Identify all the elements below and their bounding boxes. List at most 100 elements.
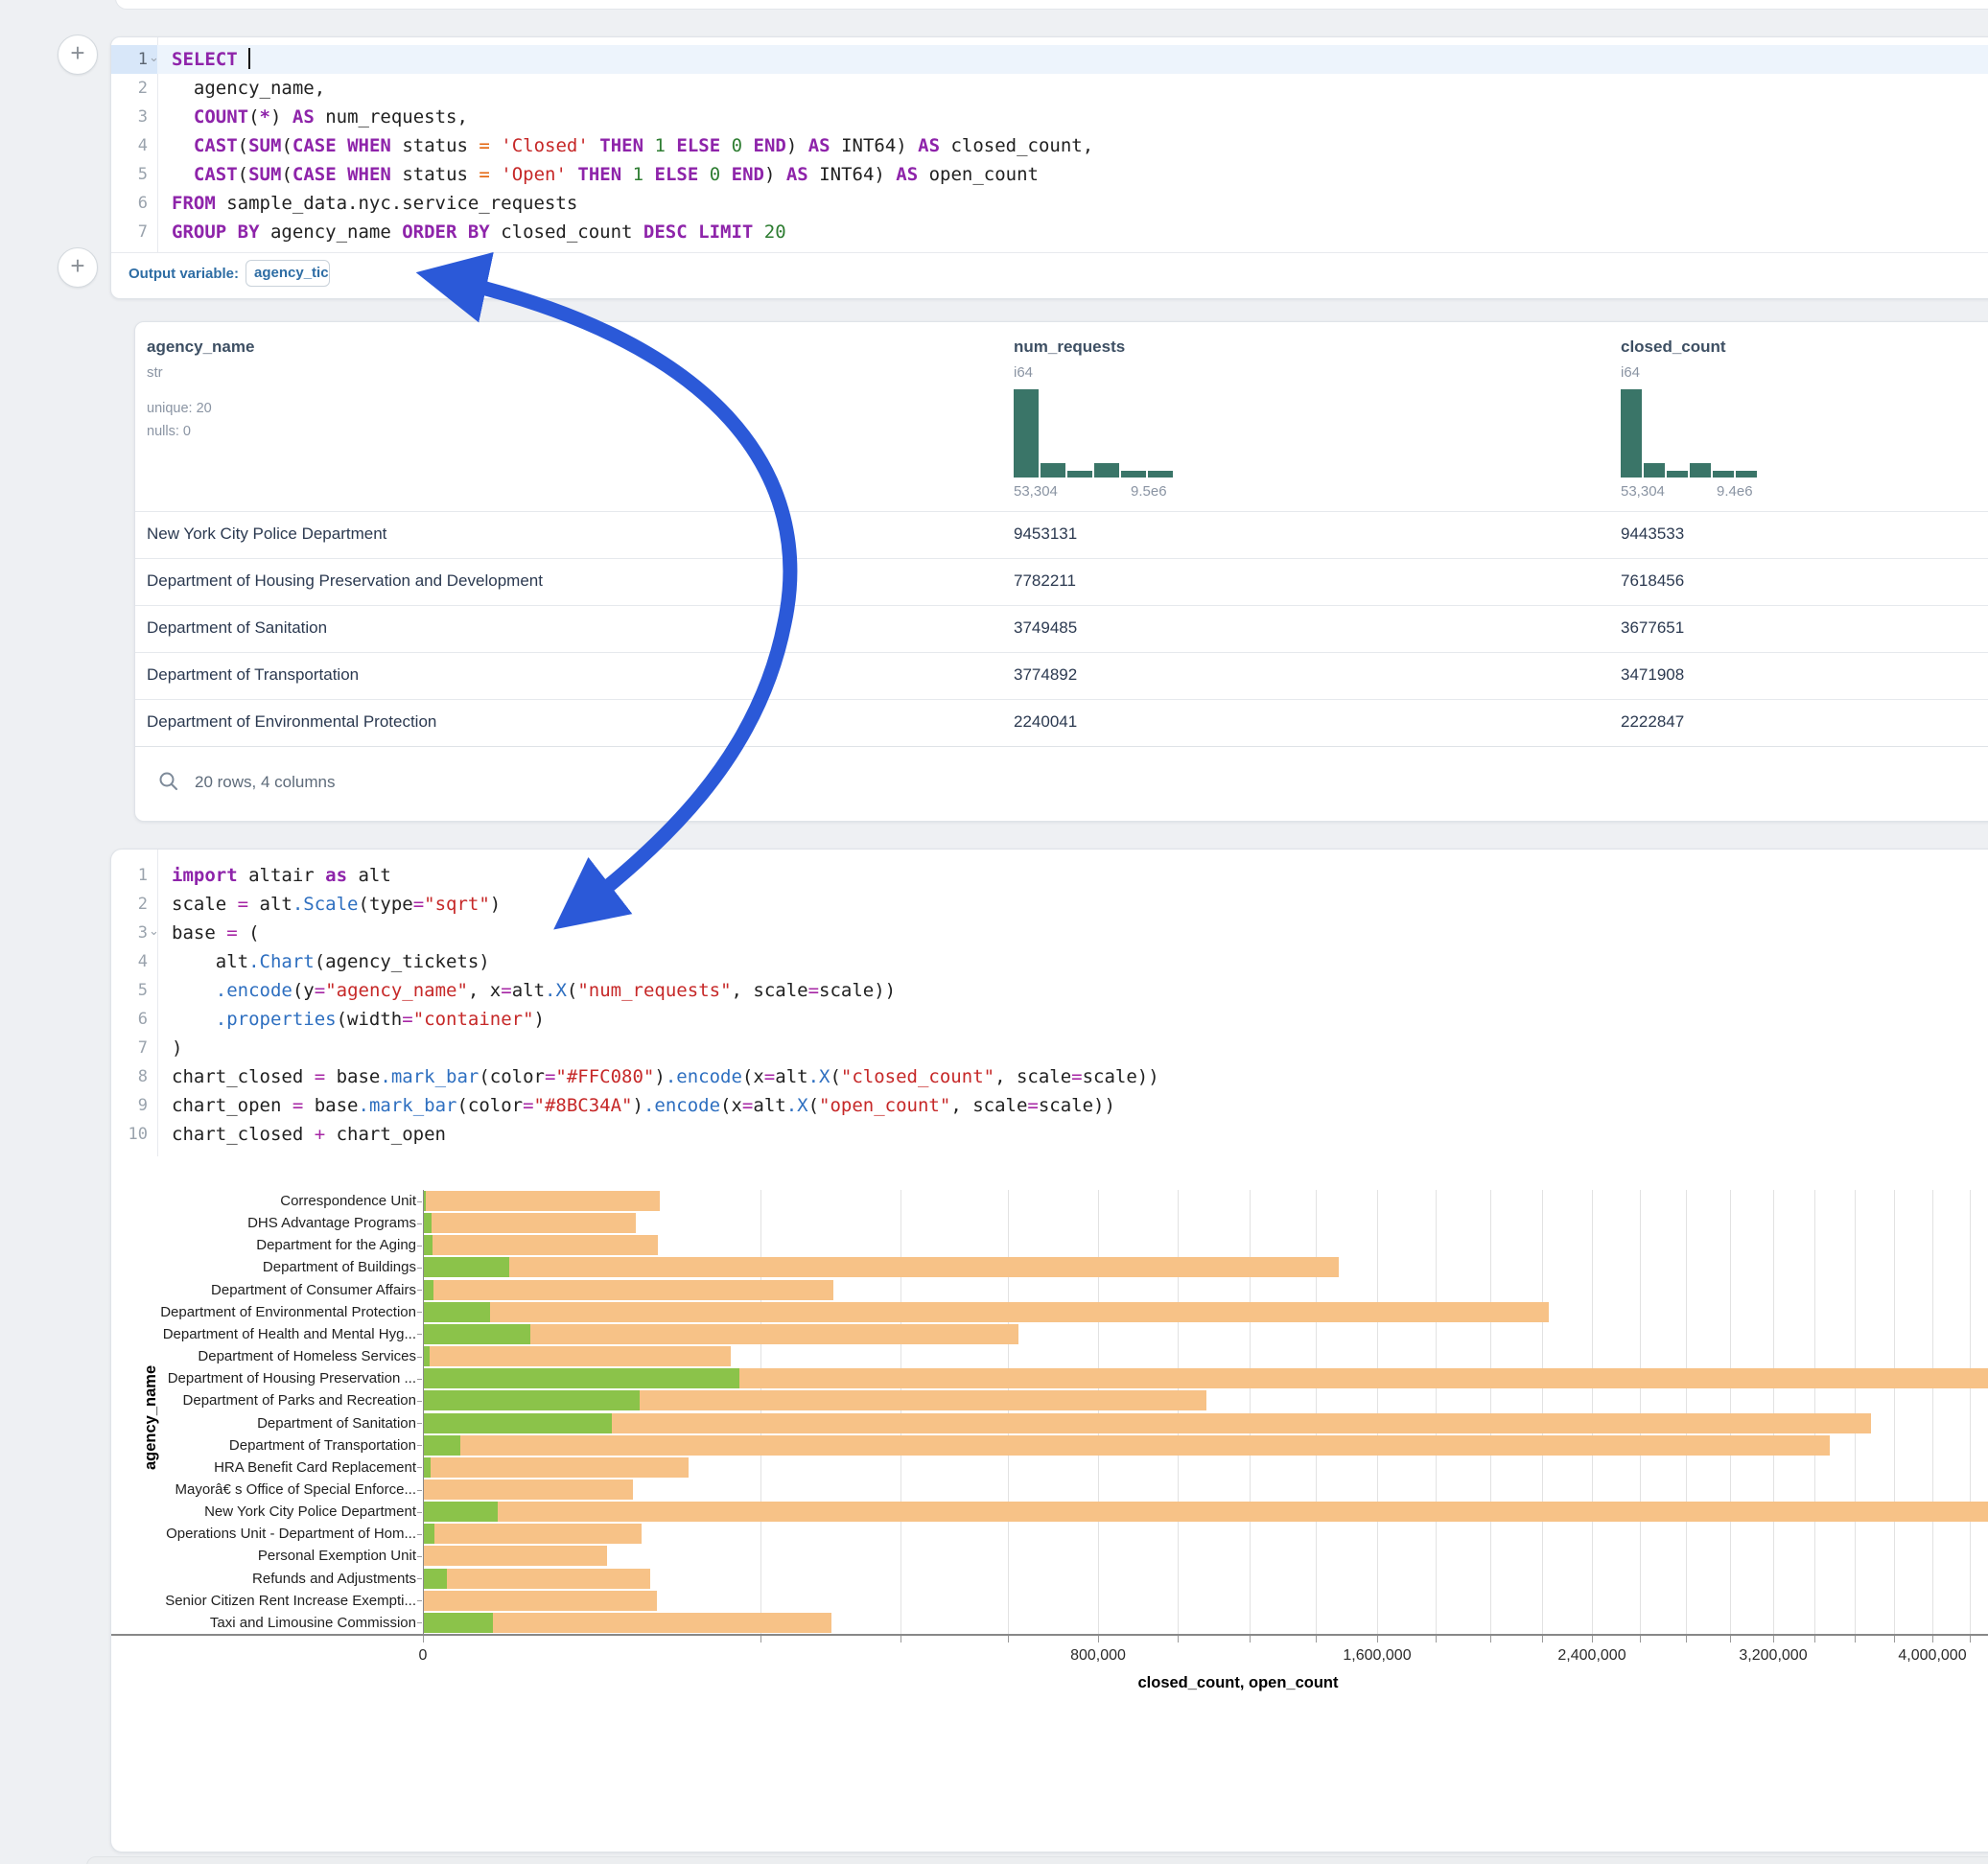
code-line[interactable]: 5 .encode(y="agency_name", x=alt.X("num_… [111,976,1988,1005]
y-axis-category-label: DHS Advantage Programs [247,1215,416,1231]
code-line[interactable]: 4 CAST(SUM(CASE WHEN status = 'Closed' T… [111,131,1988,160]
code-text: FROM sample_data.nyc.service_requests [172,189,577,218]
table-row[interactable]: Department of Environmental Protection22… [135,699,1988,747]
add-cell-button[interactable]: + [58,35,98,75]
gridline [1377,1190,1378,1634]
altair-bar-chart: Correspondence Unit DHS Advantage Program… [111,1176,1988,1847]
bar-closed-count [424,1546,607,1566]
notebook-page: + + 1⌄SELECT 2 agency_name,3 COUNT(*) AS… [0,0,1988,1864]
table-row[interactable]: Department of Sanitation37494853677651 [135,605,1988,653]
x-tick [1970,1636,1971,1643]
fold-chevron-icon[interactable]: ⌄ [149,43,158,72]
bar-closed-count [424,1457,689,1478]
column-histogram [1014,389,1177,478]
bar-closed-count [424,1302,1549,1322]
column-header[interactable]: agency_name [147,338,254,357]
code-text: chart_closed + chart_open [172,1120,446,1149]
y-tick [417,1223,422,1224]
output-variable-row: Output variable: agency_tickets [111,252,1988,297]
x-tick-label: 3,200,000 [1739,1647,1807,1665]
column-header[interactable]: num_requests [1014,338,1125,357]
y-axis-category-label: Correspondence Unit [280,1193,416,1209]
code-line[interactable]: 7GROUP BY agency_name ORDER BY closed_co… [111,218,1988,246]
x-tick [1814,1636,1815,1643]
table-cell: New York City Police Department [147,524,386,544]
x-tick [1316,1636,1317,1643]
fold-chevron-icon[interactable]: ⌄ [149,917,158,945]
bar-open-count [424,1213,432,1233]
code-line[interactable]: 3⌄base = ( [111,919,1988,947]
sql-cell-card: 1⌄ SELECT 2 agency_name,3 COUNT(*) AS num… [110,36,1988,299]
y-axis-category-label: Operations Unit - Department of Hom... [166,1526,416,1542]
python-code-editor[interactable]: 1import altair as alt2scale = alt.Scale(… [111,850,1988,1156]
x-tick [1377,1636,1378,1643]
hist-min-label: 53,304 [1014,483,1058,500]
bar-open-count [424,1569,447,1589]
output-variable-pill[interactable]: agency_tickets [246,260,330,287]
bar-closed-count [424,1591,657,1611]
x-tick [1178,1636,1179,1643]
text-cursor [248,48,250,69]
code-line[interactable]: 2scale = alt.Scale(type="sqrt") [111,890,1988,919]
line-number: 1 [111,45,148,74]
code-line[interactable]: 3 COUNT(*) AS num_requests, [111,103,1988,131]
y-axis-category-label: Department of Housing Preservation ... [168,1370,416,1386]
code-line[interactable]: 1import altair as alt [111,861,1988,890]
code-line[interactable]: 10 chart_closed + chart_open [111,1120,1988,1149]
sql-code-editor[interactable]: 1⌄ SELECT 2 agency_name,3 COUNT(*) AS num… [111,37,1988,252]
gridline [1932,1190,1933,1634]
code-text: SELECT [172,45,250,74]
x-tick [1592,1636,1593,1643]
code-text: chart_open = base.mark_bar(color="#8BC34… [172,1091,1115,1120]
x-tick [1250,1636,1251,1643]
x-tick-label: 2,400,000 [1557,1647,1625,1665]
x-tick [1640,1636,1641,1643]
hist-min-label: 53,304 [1621,483,1665,500]
column-header[interactable]: closed_count [1621,338,1726,357]
code-line[interactable]: 6 .properties(width="container") [111,1005,1988,1034]
code-line[interactable]: 8chart_closed = base.mark_bar(color="#FF… [111,1062,1988,1091]
code-line[interactable]: 5 CAST(SUM(CASE WHEN status = 'Open' THE… [111,160,1988,189]
y-tick [417,1556,422,1557]
column-histogram [1621,389,1763,478]
bar-open-count [424,1191,426,1211]
table-cell: 3677651 [1621,618,1684,638]
code-line[interactable]: 2 agency_name, [111,74,1988,103]
bar-open-count [424,1324,530,1344]
add-cell-button[interactable]: + [58,247,98,288]
line-number: 10 [111,1120,148,1149]
y-axis-category-label: Department of Sanitation [257,1415,416,1432]
bar-open-count [424,1346,430,1366]
bar-open-count [424,1280,433,1300]
code-line[interactable]: 4 alt.Chart(agency_tickets) [111,947,1988,976]
y-tick [417,1201,422,1202]
line-number: 6 [111,1005,148,1034]
x-tick [1490,1636,1491,1643]
table-row[interactable]: Department of Housing Preservation and D… [135,558,1988,606]
y-axis-category-label: Department of Parks and Recreation [183,1392,416,1409]
y-axis-category-label: New York City Police Department [204,1503,416,1520]
code-line[interactable]: 1⌄ SELECT [111,45,1988,74]
bar-open-count [424,1235,433,1255]
code-line[interactable]: 6FROM sample_data.nyc.service_requests [111,189,1988,218]
code-line[interactable]: 9chart_open = base.mark_bar(color="#8BC3… [111,1091,1988,1120]
code-text: GROUP BY agency_name ORDER BY closed_cou… [172,218,786,246]
table-row[interactable]: Department of Transportation377489234719… [135,652,1988,700]
bar-open-count [424,1524,434,1544]
table-row[interactable]: New York City Police Department945313194… [135,511,1988,559]
gridline [1730,1190,1731,1634]
line-number: 1 [111,861,148,890]
sql-output-table-card: agency_namestrunique: 20nulls: 0num_requ… [134,321,1988,822]
code-text: COUNT(*) AS num_requests, [172,103,468,131]
row-count-label: 20 rows, 4 columns [195,773,335,792]
x-tick [1773,1636,1774,1643]
y-tick [417,1334,422,1335]
table-cell: 3749485 [1014,618,1077,638]
y-axis-category-label: HRA Benefit Card Replacement [214,1459,416,1476]
search-icon[interactable] [158,771,179,792]
x-tick [1932,1636,1933,1643]
x-tick [1686,1636,1687,1643]
code-line[interactable]: 7) [111,1034,1988,1062]
line-number: 4 [111,947,148,976]
column-type: i64 [1014,364,1033,381]
